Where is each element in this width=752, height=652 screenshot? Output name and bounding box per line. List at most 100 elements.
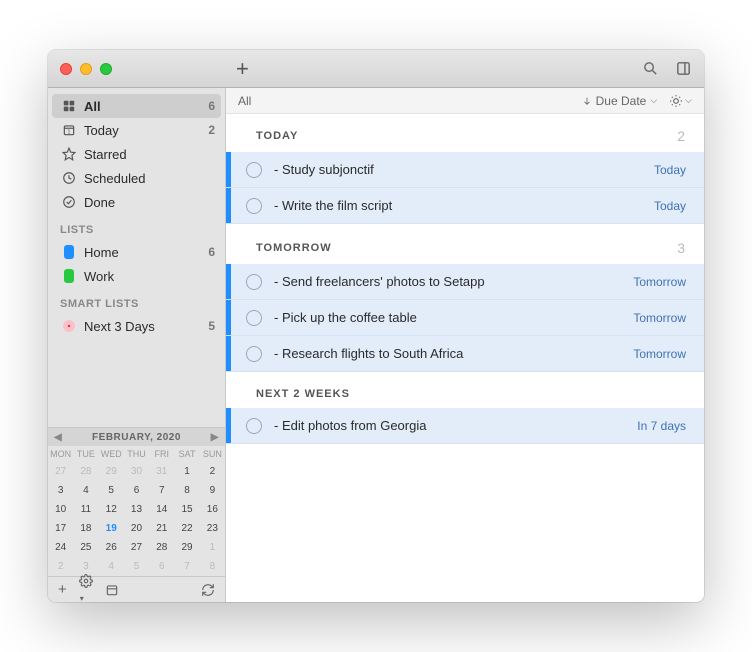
calendar-dow: SUN — [200, 446, 225, 462]
sidebar-smart-starred[interactable]: Starred — [48, 142, 225, 166]
calendar-day[interactable]: 10 — [48, 500, 73, 519]
calendar-day[interactable]: 23 — [200, 519, 225, 538]
calendar-day[interactable]: 4 — [99, 557, 124, 576]
sidebar-item-label: Work — [84, 269, 114, 284]
calendar-day[interactable]: 28 — [149, 538, 174, 557]
calendar-day[interactable]: 1 — [174, 462, 199, 481]
calendar-toggle-icon[interactable] — [105, 583, 119, 597]
add-task-button[interactable]: + — [236, 56, 249, 82]
add-list-button[interactable]: + — [58, 581, 67, 598]
calendar-day[interactable]: 8 — [174, 481, 199, 500]
calendar-dow: SAT — [174, 446, 199, 462]
check-icon — [60, 195, 78, 209]
calendar-day[interactable]: 28 — [73, 462, 98, 481]
sidebar-item-label: Home — [84, 245, 119, 260]
calendar-day[interactable]: 29 — [99, 462, 124, 481]
sidebar-item-label: All — [84, 99, 101, 114]
task-checkbox[interactable] — [246, 310, 262, 326]
calendar-day[interactable]: 20 — [124, 519, 149, 538]
calendar-day[interactable]: 2 — [48, 557, 73, 576]
search-icon[interactable] — [642, 60, 659, 77]
panel-toggle-icon[interactable] — [675, 60, 692, 77]
calendar-day[interactable]: 5 — [99, 481, 124, 500]
star-icon — [60, 147, 78, 161]
section-header: TODAY2 — [226, 114, 704, 152]
minimize-window-button[interactable] — [80, 63, 92, 75]
calendar-day[interactable]: 25 — [73, 538, 98, 557]
grid-icon — [60, 99, 78, 113]
calendar-day[interactable]: 29 — [174, 538, 199, 557]
task-checkbox[interactable] — [246, 346, 262, 362]
list-color-dot — [60, 269, 78, 283]
calendar-day[interactable]: 9 — [200, 481, 225, 500]
calendar-day[interactable]: 31 — [149, 462, 174, 481]
calendar-day[interactable]: 27 — [124, 538, 149, 557]
task-checkbox[interactable] — [246, 274, 262, 290]
display-options-button[interactable]: ⌵ — [669, 94, 692, 108]
task-row[interactable]: - Edit photos from GeorgiaIn 7 days — [226, 408, 704, 444]
sidebar-item-label: Done — [84, 195, 115, 210]
sidebar-smartlist-next-3-days[interactable]: Next 3 Days5 — [48, 314, 225, 338]
calendar: ◀ FEBRUARY, 2020 ▶ MONTUEWEDTHUFRISATSUN… — [48, 427, 225, 576]
task-checkbox[interactable] — [246, 418, 262, 434]
calendar-day[interactable]: 18 — [73, 519, 98, 538]
calendar-day[interactable]: 15 — [174, 500, 199, 519]
calendar-day[interactable]: 1 — [200, 538, 225, 557]
calendar-day[interactable]: 14 — [149, 500, 174, 519]
calendar-day[interactable]: 27 — [48, 462, 73, 481]
close-window-button[interactable] — [60, 63, 72, 75]
task-due: Today — [654, 163, 686, 177]
calendar-prev-button[interactable]: ◀ — [54, 432, 62, 443]
calendar-day[interactable]: 2 — [200, 462, 225, 481]
calendar-day[interactable]: 24 — [48, 538, 73, 557]
section-title: TOMORROW — [256, 242, 332, 254]
main-panel: All Due Date ⌵ ⌵ TODAY2- Study subjoncti… — [226, 88, 704, 602]
calendar-day[interactable]: 21 — [149, 519, 174, 538]
section-count: 3 — [677, 240, 686, 256]
calendar-day[interactable]: 6 — [124, 481, 149, 500]
calendar-day[interactable]: 26 — [99, 538, 124, 557]
sidebar-list-home[interactable]: Home6 — [48, 240, 225, 264]
task-row[interactable]: - Study subjonctifToday — [226, 152, 704, 188]
task-row[interactable]: - Pick up the coffee tableTomorrow — [226, 300, 704, 336]
list-color-dot — [60, 245, 78, 259]
calendar-day[interactable]: 12 — [99, 500, 124, 519]
calendar-next-button[interactable]: ▶ — [211, 432, 219, 443]
calendar-day[interactable]: 22 — [174, 519, 199, 538]
calendar-day[interactable]: 6 — [149, 557, 174, 576]
calendar-day[interactable]: 19 — [99, 519, 124, 538]
calendar-day[interactable]: 30 — [124, 462, 149, 481]
calendar-day[interactable]: 3 — [48, 481, 73, 500]
sort-button[interactable]: Due Date ⌵ — [582, 94, 658, 108]
calendar-day[interactable]: 5 — [124, 557, 149, 576]
calendar-day[interactable]: 7 — [174, 557, 199, 576]
task-checkbox[interactable] — [246, 198, 262, 214]
task-row[interactable]: - Write the film scriptToday — [226, 188, 704, 224]
calendar-day[interactable]: 16 — [200, 500, 225, 519]
breadcrumb[interactable]: All — [238, 94, 251, 108]
titlebar[interactable]: + — [48, 50, 704, 88]
calendar-day[interactable]: 7 — [149, 481, 174, 500]
sort-label: Due Date — [596, 94, 647, 108]
sidebar-smart-all[interactable]: All6 — [52, 94, 221, 118]
calendar-day[interactable]: 17 — [48, 519, 73, 538]
task-checkbox[interactable] — [246, 162, 262, 178]
sidebar-smart-scheduled[interactable]: Scheduled — [48, 166, 225, 190]
fullscreen-window-button[interactable] — [100, 63, 112, 75]
sidebar-list-work[interactable]: Work — [48, 264, 225, 288]
calendar-day[interactable]: 13 — [124, 500, 149, 519]
calendar-day[interactable]: 4 — [73, 481, 98, 500]
section-header: TOMORROW 3 — [226, 224, 704, 264]
task-row[interactable]: - Send freelancers' photos to SetappTomo… — [226, 264, 704, 300]
task-due: Tomorrow — [633, 311, 686, 325]
sidebar-smart-today[interactable]: 1Today2 — [48, 118, 225, 142]
task-due: In 7 days — [637, 419, 686, 433]
calendar-day[interactable]: 11 — [73, 500, 98, 519]
task-row[interactable]: - Research flights to South AfricaTomorr… — [226, 336, 704, 372]
settings-gear-icon[interactable]: ▾ — [79, 574, 93, 603]
sidebar-smart-done[interactable]: Done — [48, 190, 225, 214]
sync-icon[interactable] — [201, 583, 215, 597]
calendar-day[interactable]: 8 — [200, 557, 225, 576]
task-title: - Write the film script — [274, 198, 392, 213]
task-title: - Research flights to South Africa — [274, 346, 463, 361]
